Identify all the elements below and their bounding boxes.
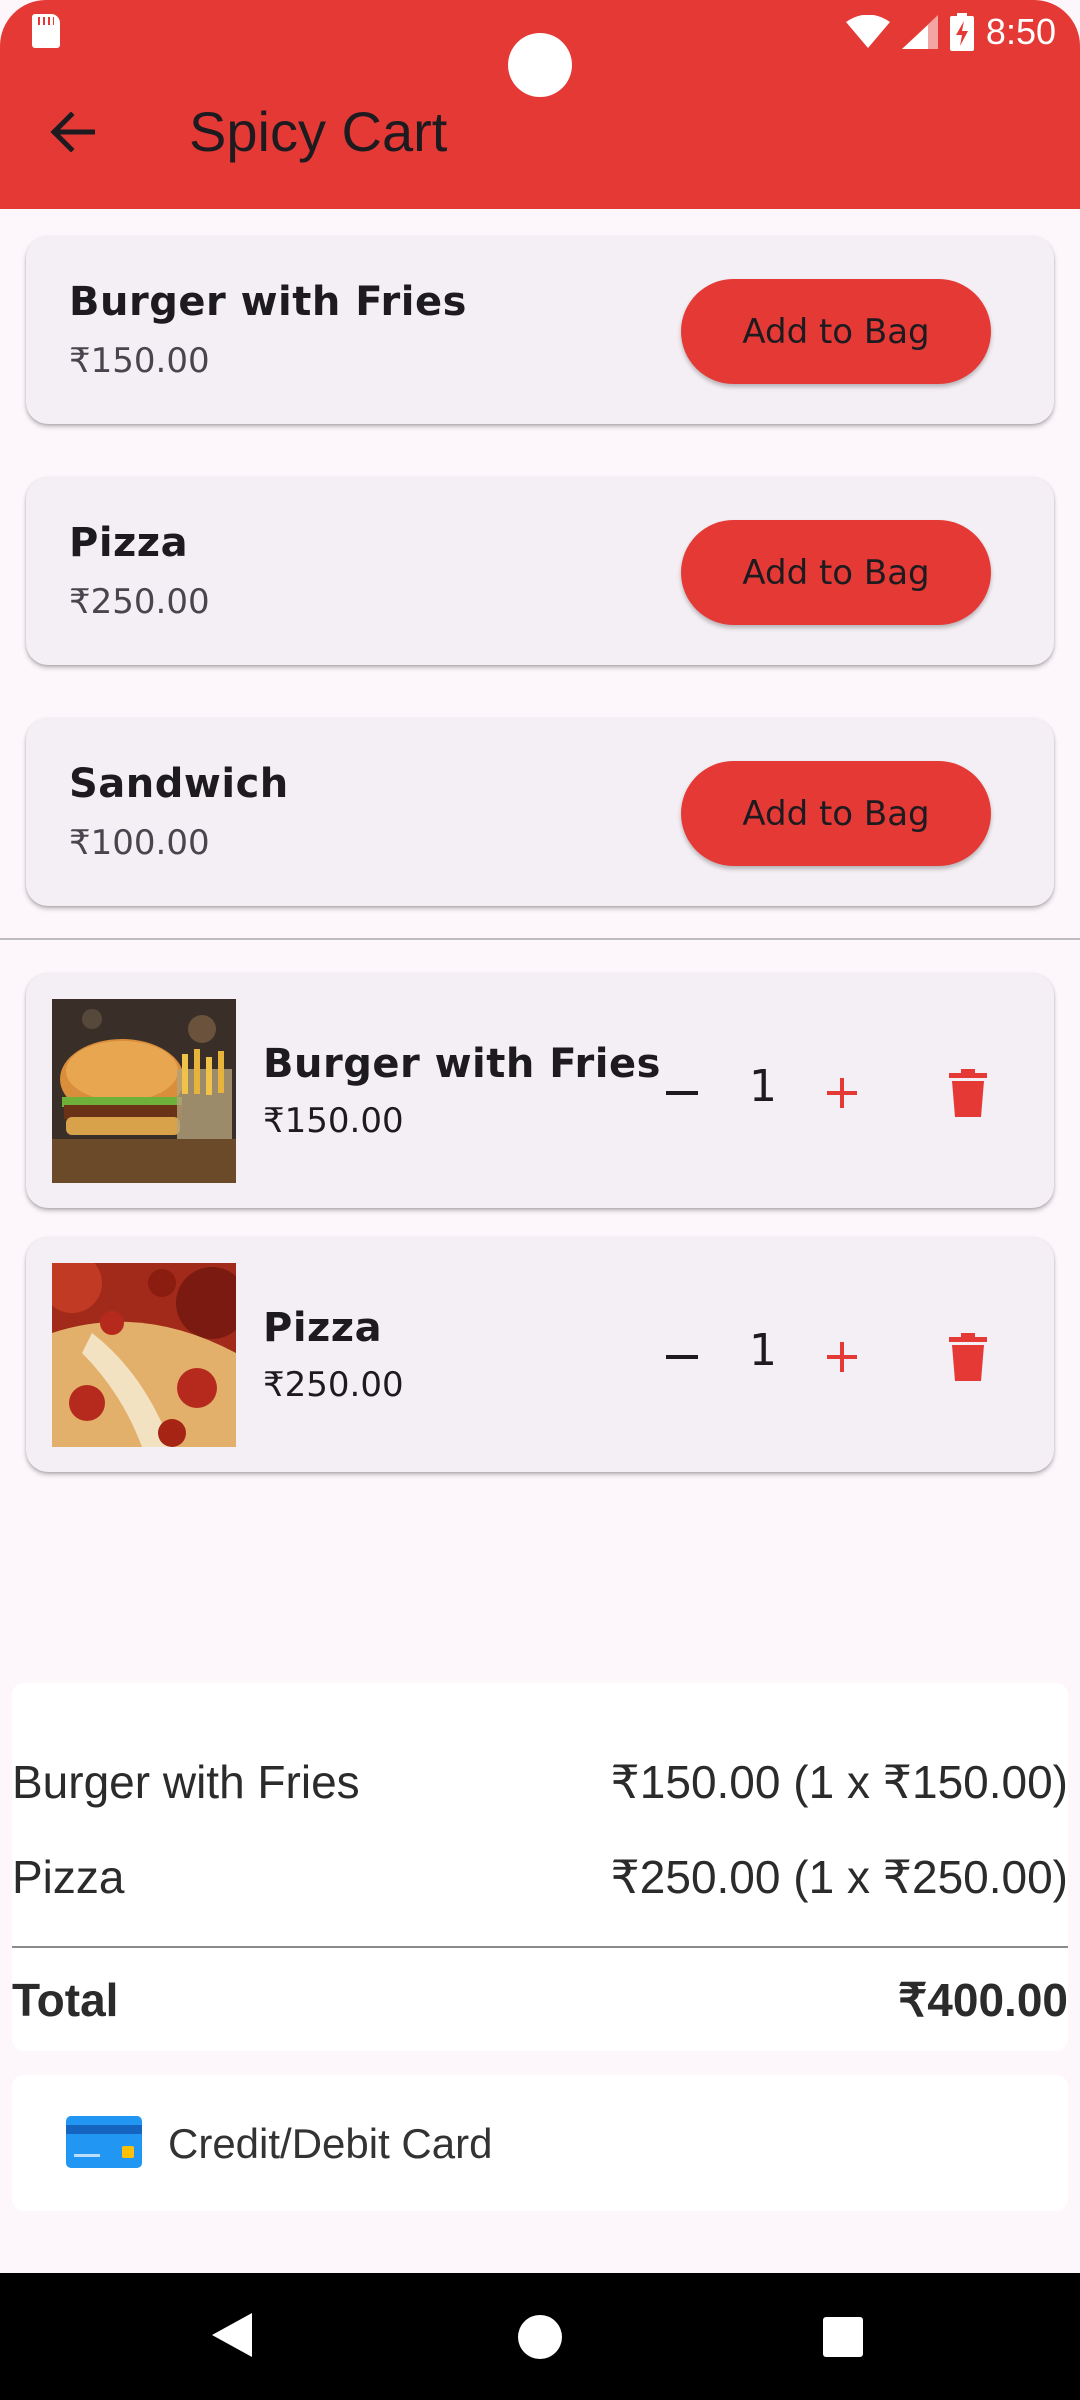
plus-icon [827,1342,857,1372]
sd-card-icon [32,14,60,48]
decrease-quantity-button[interactable] [652,1327,712,1387]
wifi-icon [845,15,890,48]
signal-icon [901,15,938,49]
plus-icon [827,1078,857,1108]
payment-method-label: Credit/Debit Card [168,2120,493,2167]
product-price: ₹100.00 [69,823,210,863]
summary-divider [12,1946,1068,1948]
back-button[interactable] [40,100,104,164]
quantity-value: 1 [749,1061,777,1112]
summary-line: Burger with Fries ₹150.00 (1 x ₹150.00) [12,1755,1068,1815]
nav-home-icon[interactable] [518,2315,562,2359]
credit-card-icon [66,2116,142,2168]
increase-quantity-button[interactable] [812,1063,872,1123]
cart-item-price: ₹150.00 [263,1101,404,1141]
product-name: Burger with Fries [69,279,467,325]
pizza-photo [52,1263,236,1447]
app-bar: 8:50 Spicy Cart [0,0,1080,209]
add-to-bag-button[interactable]: Add to Bag [681,761,991,866]
delete-item-button[interactable] [936,1061,1000,1125]
cart-item: Pizza ₹250.00 1 [26,1237,1054,1472]
status-icons: 8:50 [845,8,1056,56]
payment-method-option[interactable]: Credit/Debit Card [12,2075,1068,2211]
add-to-bag-button[interactable]: Add to Bag [681,520,991,625]
increase-quantity-button[interactable] [812,1327,872,1387]
product-card: Burger with Fries ₹150.00 Add to Bag [26,236,1054,424]
product-card: Sandwich ₹100.00 Add to Bag [26,718,1054,906]
page-title: Spicy Cart [189,100,448,163]
burger-with-fries-photo [52,999,236,1183]
trash-icon [949,1333,987,1381]
product-name: Sandwich [69,761,289,807]
order-summary: Burger with Fries ₹150.00 (1 x ₹150.00) … [12,1683,1068,2051]
section-divider [0,938,1080,940]
cart-item-name: Burger with Fries [263,1041,661,1087]
summary-item-value: ₹150.00 (1 x ₹150.00) [610,1756,1068,1808]
product-card: Pizza ₹250.00 Add to Bag [26,477,1054,665]
cart-item-price: ₹250.00 [263,1365,404,1405]
battery-charging-icon [949,13,974,51]
total-label: Total [12,1974,119,2026]
summary-item-label: Pizza [12,1851,125,1903]
clock: 8:50 [985,11,1056,52]
product-name: Pizza [69,520,189,566]
quantity-value: 1 [749,1325,777,1376]
cart-item: Burger with Fries ₹150.00 1 [26,973,1054,1208]
summary-item-label: Burger with Fries [12,1756,360,1808]
trash-icon [949,1069,987,1117]
summary-line: Pizza ₹250.00 (1 x ₹250.00) [12,1850,1068,1910]
add-to-bag-button[interactable]: Add to Bag [681,279,991,384]
total-value: ₹400.00 [898,1974,1068,2026]
product-price: ₹250.00 [69,582,210,622]
system-navigation-bar [0,2273,1080,2400]
minus-icon [666,1091,698,1095]
summary-item-value: ₹250.00 (1 x ₹250.00) [610,1851,1068,1903]
delete-item-button[interactable] [936,1325,1000,1389]
camera-cutout [508,33,572,97]
nav-back-icon[interactable] [212,2313,252,2357]
minus-icon [666,1355,698,1359]
arrow-back-icon [50,112,95,152]
product-price: ₹150.00 [69,341,210,381]
nav-recents-icon[interactable] [823,2317,863,2357]
cart-item-name: Pizza [263,1305,383,1351]
decrease-quantity-button[interactable] [652,1063,712,1123]
